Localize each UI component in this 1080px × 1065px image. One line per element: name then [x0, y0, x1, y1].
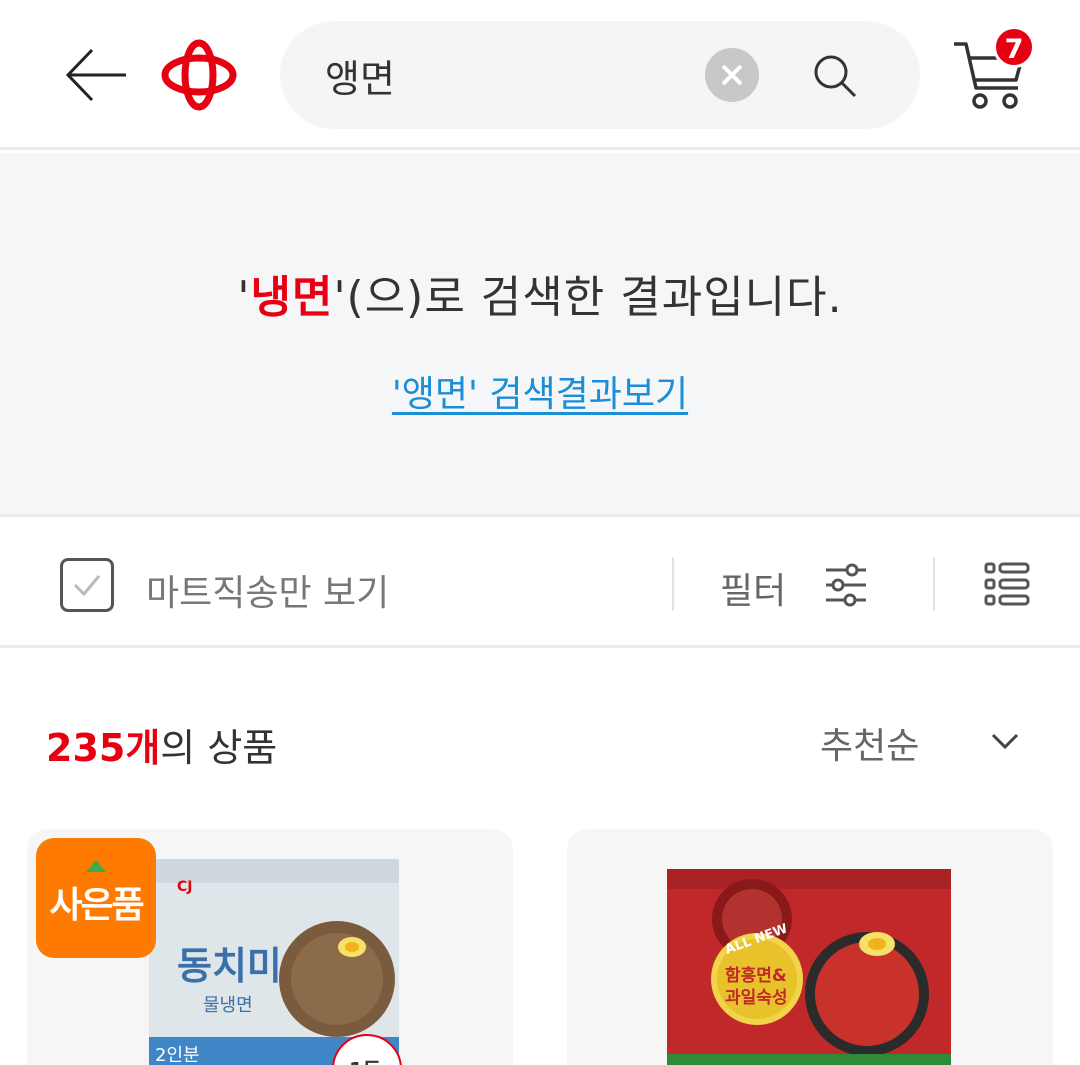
servings-label: 2인분 — [155, 1045, 200, 1065]
list-view-icon[interactable] — [984, 560, 1030, 608]
corrected-keyword: 냉면 — [250, 272, 334, 323]
cart-count-badge: 7 — [993, 26, 1035, 68]
cj-brand-mark: CJ — [177, 879, 192, 895]
checkmark-icon — [73, 575, 101, 597]
sliders-icon — [826, 563, 866, 607]
results-summary: 235개의 상품 추천순 — [0, 651, 1080, 811]
result-count: 235개의 상품 — [46, 717, 277, 772]
gift-badge-label: 사은품 — [49, 885, 144, 926]
search-correction-banner: '냉면'(으)로 검색한 결과입니다. '앵면' 검색결과보기 — [0, 153, 1080, 517]
product-image-bibim-naengmyeon: ALL NEW 함흥면& 과일숙성 — [667, 869, 951, 1065]
back-arrow-icon[interactable] — [62, 44, 132, 106]
original-search-link[interactable]: '앵면' 검색결과보기 — [392, 374, 688, 415]
package-title: 동치미 — [177, 944, 282, 988]
filter-button[interactable]: 필터 — [716, 550, 876, 620]
filter-bar: 마트직송만 보기 필터 — [0, 520, 1080, 648]
rank-label: 1등 — [349, 1058, 381, 1065]
package-subtitle: 물냉면 — [203, 995, 253, 1016]
quote-open: ' — [237, 272, 251, 323]
result-suffix: '(으)로 검색한 결과입니다. — [333, 272, 843, 323]
package-line1: 함흥면& — [725, 965, 787, 986]
mart-only-label[interactable]: 마트직송만 보기 — [146, 564, 389, 616]
divider — [933, 557, 935, 611]
result-count-suffix: 의 상품 — [160, 726, 278, 770]
gift-tag-icon — [86, 860, 106, 872]
search-icon[interactable] — [810, 51, 860, 101]
mart-only-checkbox[interactable] — [60, 558, 114, 612]
header-bar: 7 — [0, 0, 1080, 150]
corrected-search-message: '냉면'(으)로 검색한 결과입니다. — [0, 261, 1080, 325]
result-count-number: 235개 — [46, 726, 161, 770]
gift-badge: 사은품 — [36, 838, 156, 958]
sort-dropdown[interactable]: 추천순 — [820, 711, 1035, 771]
product-card[interactable]: ALL NEW 함흥면& 과일숙성 — [567, 829, 1053, 1065]
package-line2: 과일숙성 — [725, 988, 788, 1008]
chevron-down-icon — [991, 733, 1019, 750]
divider — [672, 557, 674, 611]
search-box — [280, 21, 920, 129]
filter-label: 필터 — [720, 571, 787, 612]
sort-label: 추천순 — [820, 726, 920, 767]
clear-search-icon[interactable] — [705, 48, 759, 102]
brand-logo-icon[interactable] — [160, 38, 238, 112]
search-input[interactable] — [325, 49, 705, 101]
